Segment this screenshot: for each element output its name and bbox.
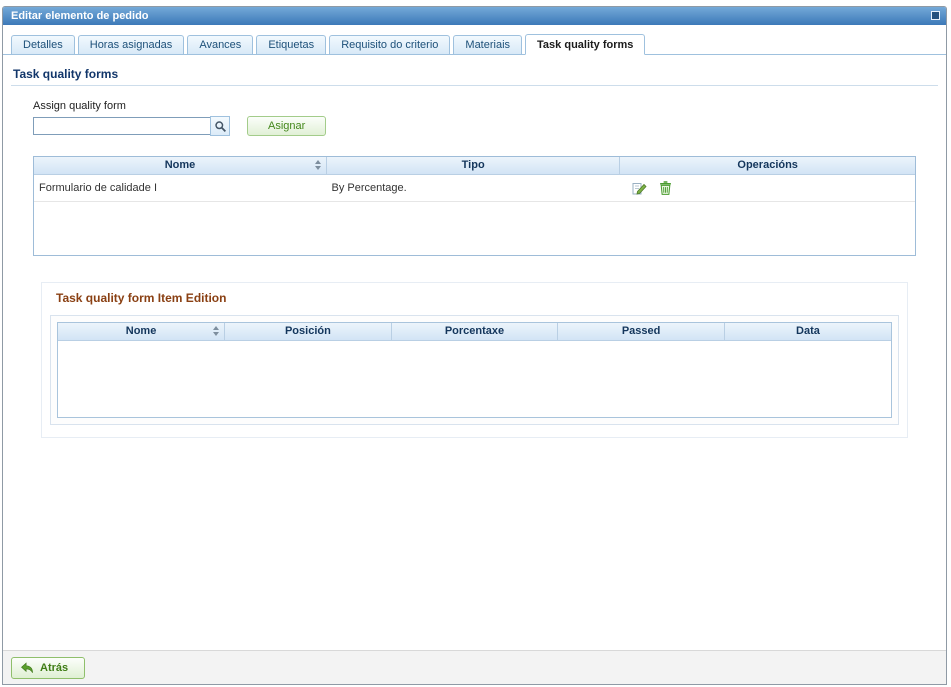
- search-button[interactable]: [210, 116, 230, 136]
- sort-icon[interactable]: [213, 326, 219, 336]
- column-header-posicion[interactable]: Posición: [225, 323, 392, 340]
- tab-label: Etiquetas: [268, 39, 314, 51]
- atras-button[interactable]: Atrás: [11, 657, 85, 679]
- item-edition-frame: Nome Posición Porcentaxe: [50, 315, 899, 425]
- assign-input-row: Asignar: [33, 116, 938, 136]
- quality-form-search-input[interactable]: [33, 117, 211, 135]
- item-edition-table: Nome Posición Porcentaxe: [57, 322, 892, 418]
- column-header-nome[interactable]: Nome: [58, 323, 225, 340]
- sort-icon[interactable]: [315, 160, 321, 170]
- tab-label: Avances: [199, 39, 241, 51]
- back-icon: [20, 661, 34, 675]
- item-edition-header-row: Nome Posición Porcentaxe: [58, 323, 891, 340]
- column-header-label: Passed: [622, 325, 661, 337]
- tab-label: Detalles: [23, 39, 63, 51]
- column-header-label: Porcentaxe: [445, 325, 504, 337]
- atras-button-label: Atrás: [40, 662, 68, 674]
- asignar-button[interactable]: Asignar: [247, 116, 326, 136]
- tab-etiquetas[interactable]: Etiquetas: [256, 35, 326, 54]
- cell-nome: Formulario de calidade I: [34, 174, 326, 201]
- tab-avances[interactable]: Avances: [187, 35, 253, 54]
- item-edition-groupbox: Task quality form Item Edition Nome Pos: [41, 282, 908, 438]
- section-title-item-edition: Task quality form Item Edition: [56, 291, 899, 305]
- column-header-operacions[interactable]: Operacións: [620, 157, 915, 174]
- search-icon: [214, 120, 227, 133]
- assign-quality-form-block: Assign quality form Asignar: [33, 100, 938, 136]
- tab-materiais[interactable]: Materiais: [453, 35, 522, 54]
- column-header-label: Operacións: [737, 159, 798, 171]
- table-row[interactable]: Formulario de calidade I By Percentage.: [34, 174, 915, 201]
- column-header-label: Nome: [126, 325, 157, 337]
- column-header-label: Posición: [285, 325, 331, 337]
- tab-requisito-do-criterio[interactable]: Requisito do criterio: [329, 35, 450, 54]
- tab-horas-asignadas[interactable]: Horas asignadas: [78, 35, 185, 54]
- section-divider: [11, 85, 938, 86]
- column-header-passed[interactable]: Passed: [558, 323, 725, 340]
- edit-order-element-window: Editar elemento de pedido Detalles Horas…: [2, 6, 947, 685]
- section-title-task-quality-forms: Task quality forms: [13, 67, 936, 81]
- tab-label: Task quality forms: [537, 39, 633, 51]
- column-header-porcentaxe[interactable]: Porcentaxe: [391, 323, 558, 340]
- cell-tipo: By Percentage.: [326, 174, 619, 201]
- tab-label: Horas asignadas: [90, 39, 173, 51]
- column-header-data[interactable]: Data: [724, 323, 891, 340]
- tab-task-quality-forms[interactable]: Task quality forms: [525, 34, 645, 55]
- column-header-label: Tipo: [462, 159, 485, 171]
- window-footer: Atrás: [3, 650, 946, 684]
- tab-detalles[interactable]: Detalles: [11, 35, 75, 54]
- delete-icon[interactable]: [657, 179, 675, 197]
- quality-forms-header-row: Nome Tipo Operacións: [34, 157, 915, 174]
- window-title: Editar elemento de pedido: [11, 10, 149, 22]
- edit-icon[interactable]: [630, 179, 648, 197]
- column-header-nome[interactable]: Nome: [34, 157, 326, 174]
- tab-label: Requisito do criterio: [341, 39, 438, 51]
- column-header-tipo[interactable]: Tipo: [326, 157, 619, 174]
- assign-quality-form-label: Assign quality form: [33, 100, 938, 112]
- tab-panel-task-quality-forms: Task quality forms Assign quality form A…: [3, 55, 946, 652]
- column-header-label: Nome: [165, 159, 196, 171]
- cell-operations: [620, 174, 915, 201]
- quality-forms-table: Nome Tipo Operacións Formulario de calid: [33, 156, 916, 256]
- column-header-label: Data: [796, 325, 820, 337]
- window-titlebar[interactable]: Editar elemento de pedido: [3, 7, 946, 25]
- window-control-icon[interactable]: [931, 11, 940, 20]
- tab-bar: Detalles Horas asignadas Avances Etiquet…: [3, 25, 946, 55]
- tab-label: Materiais: [465, 39, 510, 51]
